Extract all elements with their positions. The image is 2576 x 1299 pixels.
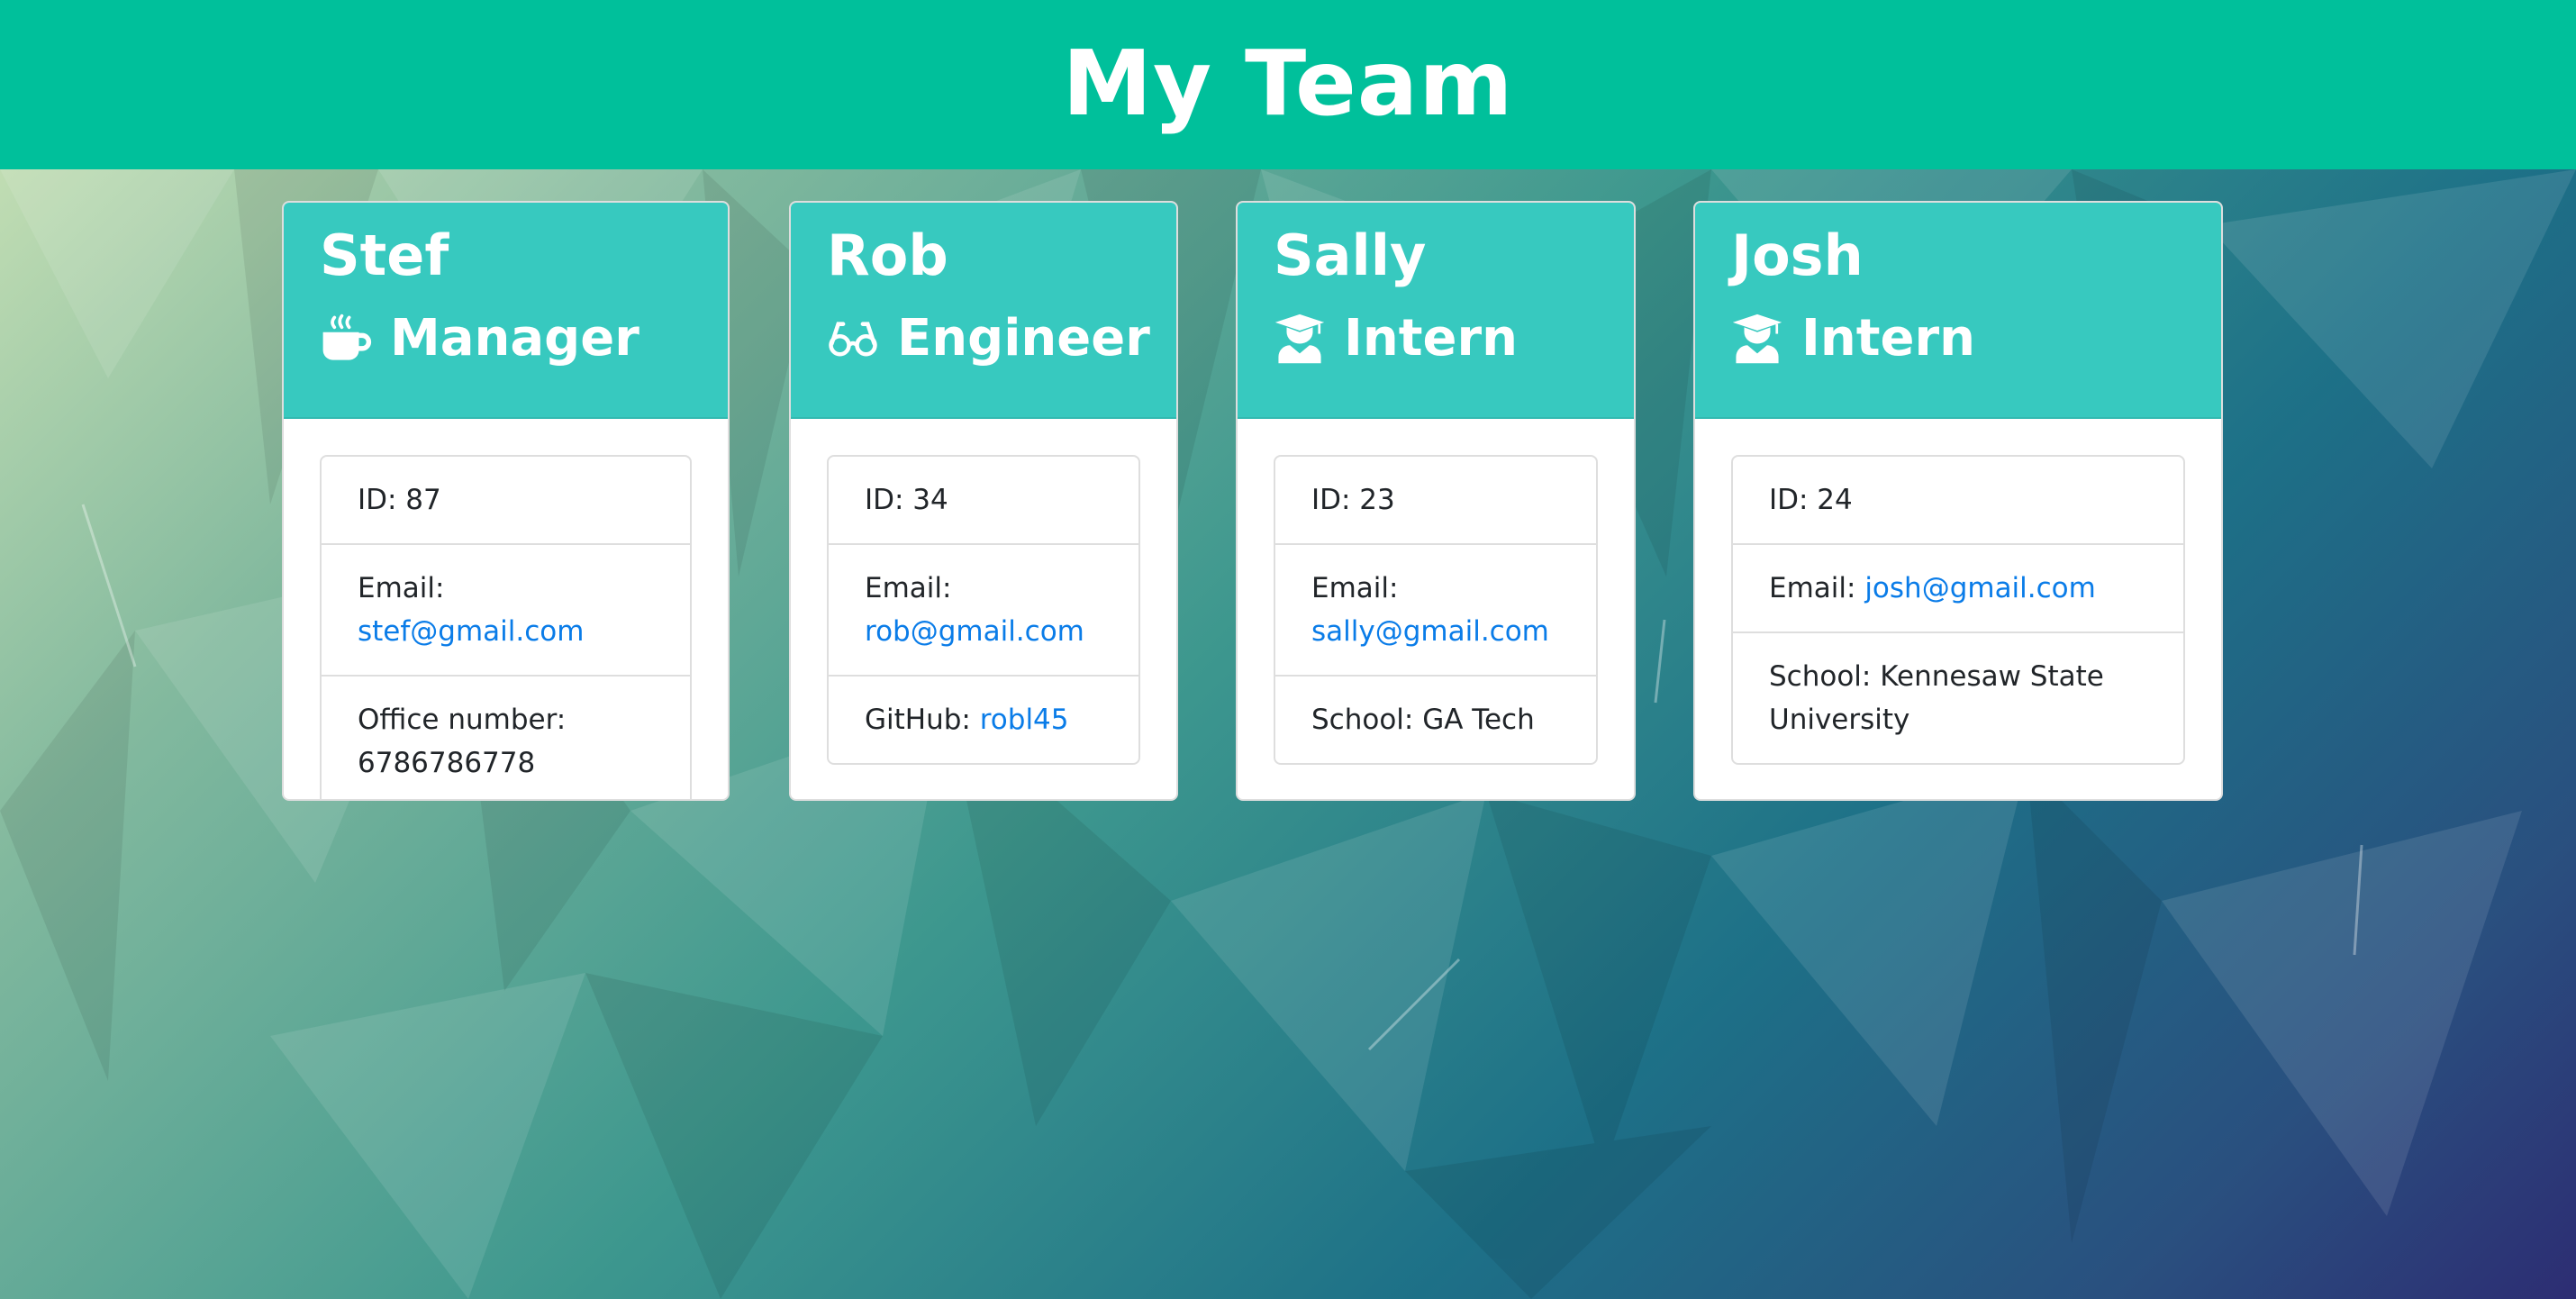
github-label: GitHub: bbox=[865, 704, 971, 736]
employee-details-list: ID: 34 Email: rob@gmail.com GitHub: robl… bbox=[827, 455, 1140, 765]
employee-role-label: Engineer bbox=[897, 309, 1150, 368]
employee-id: ID: 23 bbox=[1275, 457, 1596, 545]
email-link[interactable]: josh@gmail.com bbox=[1864, 572, 2096, 604]
employee-card-rob: Rob Engineer ID: 34 Email: rob@gmail.com bbox=[789, 201, 1178, 801]
graduate-icon bbox=[1274, 313, 1326, 365]
card-header: Sally Intern bbox=[1238, 203, 1634, 419]
employee-role: Intern bbox=[1274, 309, 1598, 368]
employee-name: Rob bbox=[827, 223, 948, 288]
employee-id: ID: 34 bbox=[829, 457, 1138, 545]
card-header: Rob Engineer bbox=[791, 203, 1176, 419]
employee-id: ID: 24 bbox=[1733, 457, 2183, 545]
employee-school: School: Kennesaw State University bbox=[1733, 633, 2183, 763]
employee-details-list: ID: 87 Email: stef@gmail.com Office numb… bbox=[320, 455, 692, 799]
email-link[interactable]: rob@gmail.com bbox=[865, 615, 1084, 648]
email-label: Email: bbox=[1311, 572, 1399, 604]
employee-role: Engineer bbox=[827, 309, 1150, 368]
card-body: ID: 23 Email: sally@gmail.com School: GA… bbox=[1238, 419, 1634, 799]
employee-card-stef: Stef Manager ID: 87 Email: stef@gmail.co… bbox=[282, 201, 730, 801]
school-label: School: bbox=[1311, 704, 1414, 736]
email-link[interactable]: stef@gmail.com bbox=[358, 615, 584, 648]
employee-role-label: Intern bbox=[1344, 309, 1518, 368]
card-header: Stef Manager bbox=[284, 203, 728, 419]
employee-email-row: Email: rob@gmail.com bbox=[829, 545, 1138, 677]
employee-role-label: Intern bbox=[1801, 309, 1975, 368]
github-link[interactable]: robl45 bbox=[980, 704, 1069, 736]
employee-name: Josh bbox=[1731, 223, 1864, 288]
email-label: Email: bbox=[358, 572, 445, 604]
school-label: School: bbox=[1769, 660, 1872, 693]
employee-github: GitHub: robl45 bbox=[829, 677, 1138, 763]
employee-role: Manager bbox=[320, 309, 692, 368]
school-value: GA Tech bbox=[1422, 704, 1535, 736]
employee-id: ID: 87 bbox=[322, 457, 690, 545]
email-label: Email: bbox=[1769, 572, 1856, 604]
card-header: Josh Intern bbox=[1695, 203, 2221, 419]
employee-email-row: Email: sally@gmail.com bbox=[1275, 545, 1596, 677]
page-header: My Team bbox=[0, 0, 2576, 169]
coffee-mug-icon bbox=[320, 313, 372, 365]
employee-email-row: Email: josh@gmail.com bbox=[1733, 545, 2183, 633]
employee-card-sally: Sally Intern ID: 23 Email: sally@gmail.c… bbox=[1236, 201, 1636, 801]
card-body: ID: 34 Email: rob@gmail.com GitHub: robl… bbox=[791, 419, 1176, 799]
employee-role-label: Manager bbox=[390, 309, 639, 368]
employee-name: Stef bbox=[320, 223, 449, 288]
card-body: ID: 24 Email: josh@gmail.com School: Ken… bbox=[1695, 419, 2221, 799]
glasses-icon bbox=[827, 313, 879, 365]
email-label: Email: bbox=[865, 572, 952, 604]
page-title: My Team bbox=[1062, 30, 1514, 136]
employee-role: Intern bbox=[1731, 309, 2185, 368]
employee-details-list: ID: 23 Email: sally@gmail.com School: GA… bbox=[1274, 455, 1598, 765]
employee-name: Sally bbox=[1274, 223, 1427, 288]
card-body: ID: 87 Email: stef@gmail.com Office numb… bbox=[284, 419, 728, 799]
employee-email-row: Email: stef@gmail.com bbox=[322, 545, 690, 677]
office-number-label: Office number: bbox=[358, 704, 567, 736]
employee-details-list: ID: 24 Email: josh@gmail.com School: Ken… bbox=[1731, 455, 2185, 765]
employee-school: School: GA Tech bbox=[1275, 677, 1596, 763]
graduate-icon bbox=[1731, 313, 1783, 365]
email-link[interactable]: sally@gmail.com bbox=[1311, 615, 1549, 648]
office-number-value: 6786786778 bbox=[358, 747, 536, 779]
employee-office-number: Office number: 6786786778 bbox=[322, 677, 690, 799]
employee-card-josh: Josh Intern ID: 24 Email: josh@gmail.com… bbox=[1693, 201, 2223, 801]
